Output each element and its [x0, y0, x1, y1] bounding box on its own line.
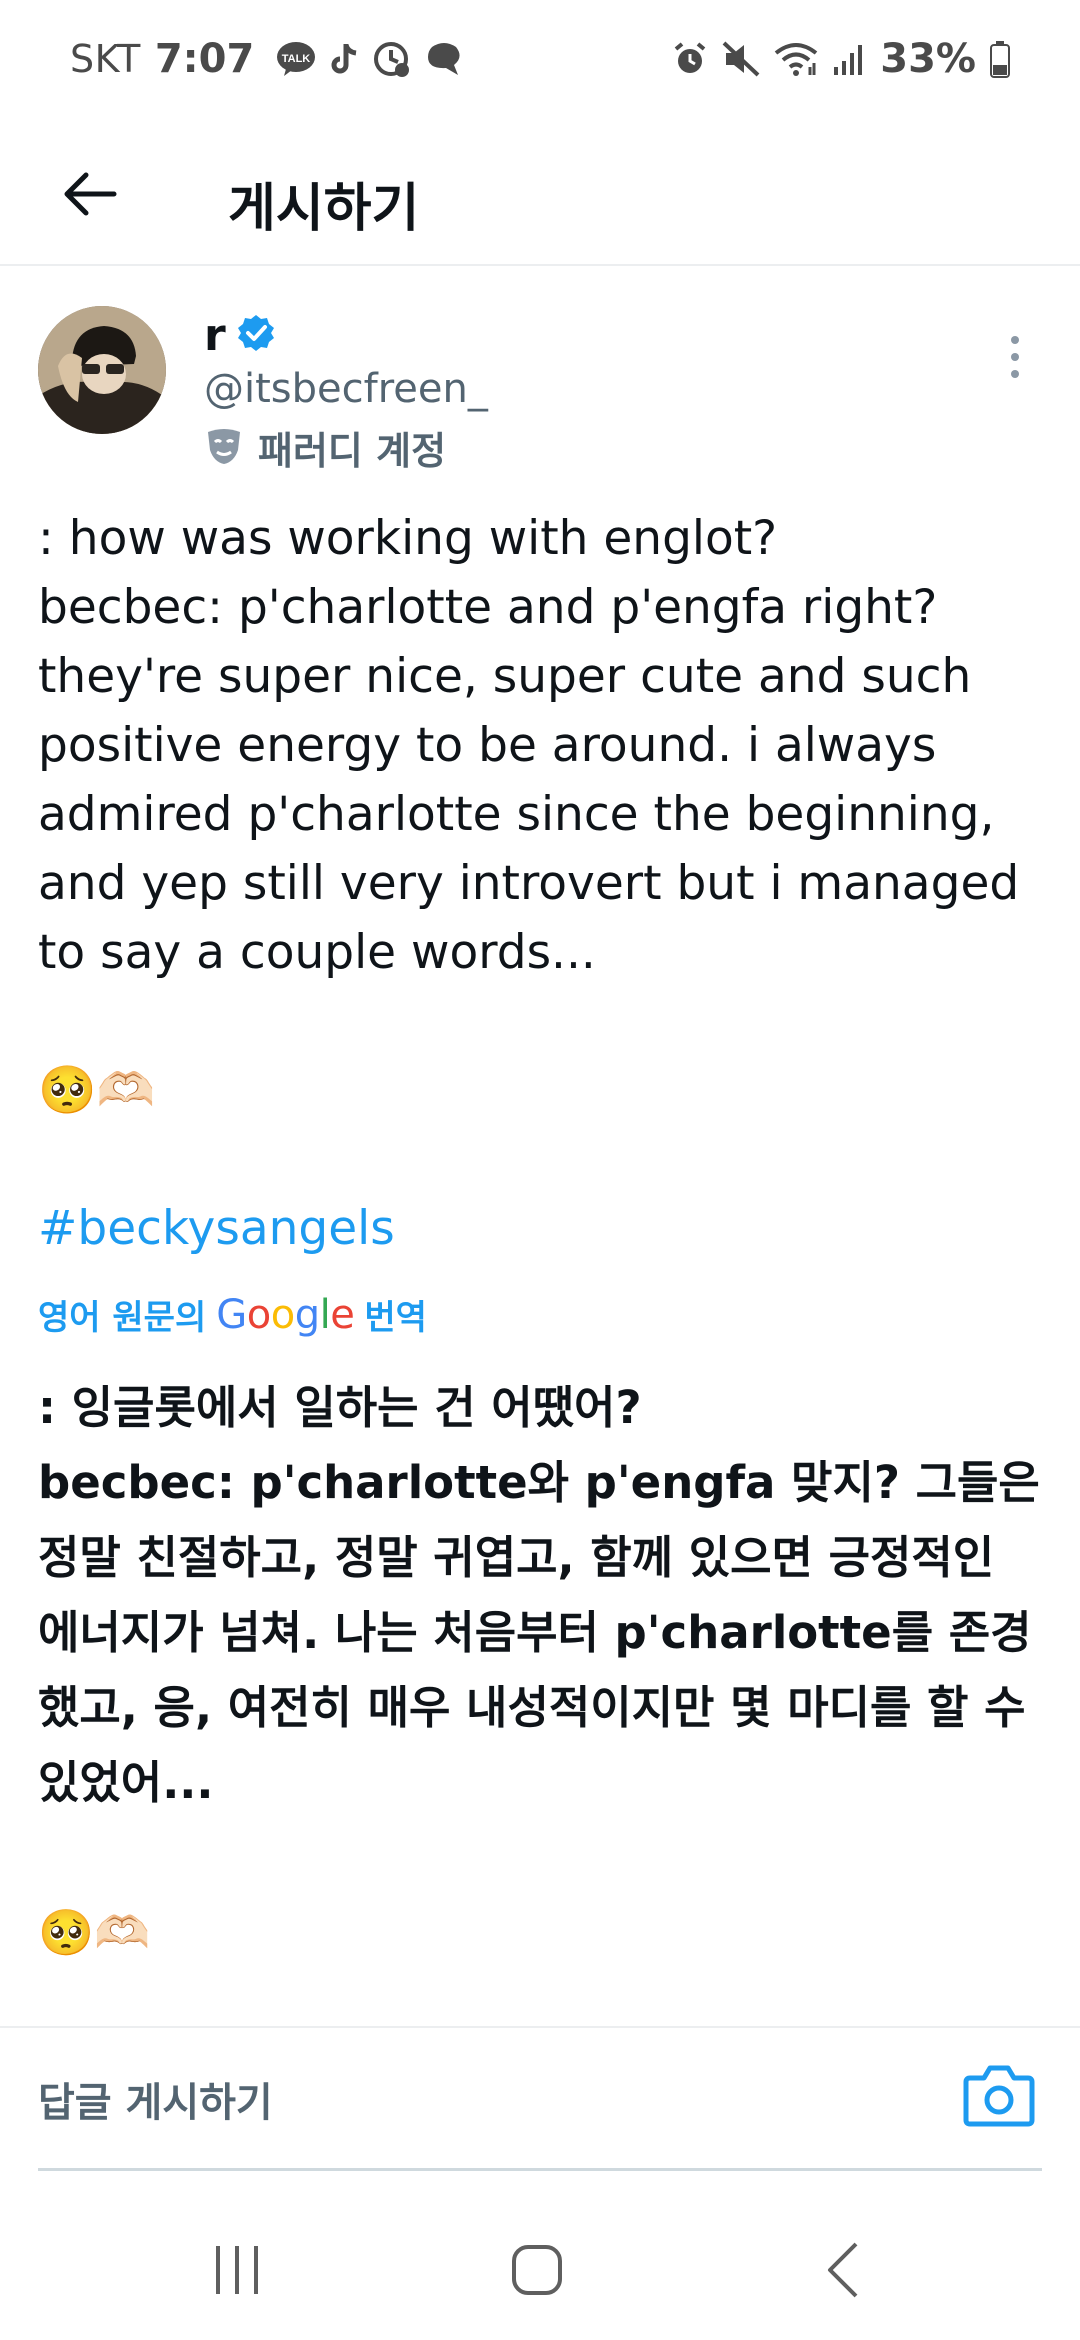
home-icon — [511, 2244, 563, 2300]
page-title: 게시하기 — [228, 179, 420, 239]
battery-percentage: 33% — [880, 36, 976, 82]
camera-button[interactable] — [962, 2058, 1036, 2132]
clock-sync-icon — [372, 40, 410, 78]
battery-icon — [990, 40, 1010, 78]
author-name-row: r — [204, 306, 488, 364]
more-dot — [1011, 370, 1019, 378]
translate-prefix: 영어 원문의 — [38, 1298, 207, 1338]
more-dot — [1011, 353, 1019, 361]
kakaotalk-icon: TALK — [276, 41, 316, 77]
status-bar: SKT 7:07 TALK 33% — [0, 0, 1080, 118]
back-button[interactable] — [50, 156, 130, 236]
author-name[interactable]: r — [204, 310, 226, 361]
reply-underline — [38, 2168, 1042, 2171]
tweet-text: : how was working with englot? becbec: p… — [38, 511, 1020, 980]
author-block: r @itsbecfreen_ 패러디 계정 — [204, 306, 488, 475]
avatar[interactable] — [38, 306, 166, 434]
more-options-button[interactable] — [990, 322, 1040, 392]
tweet-text-block: : how was working with englot? becbec: p… — [38, 504, 1048, 1263]
translated-text: : 잉글롯에서 일하는 건 어땠어? becbec: p'charlotte와 … — [38, 1381, 1040, 1809]
signal-icon — [832, 41, 866, 77]
author-handle[interactable]: @itsbecfreen_ — [204, 366, 488, 412]
reply-bar: 답글 게시하기 — [0, 2026, 1080, 2171]
carrier-label: SKT — [70, 37, 141, 81]
translate-suffix: 번역 — [364, 1298, 427, 1338]
recents-icon — [212, 2244, 262, 2300]
tiktok-icon — [330, 42, 358, 76]
mute-icon — [722, 41, 760, 77]
svg-text:TALK: TALK — [282, 53, 311, 65]
screen: SKT 7:07 TALK 33% 게시하기 r @itsbecfreen_ 패… — [0, 0, 1080, 2340]
recents-button[interactable] — [192, 2232, 282, 2312]
reply-input[interactable]: 답글 게시하기 — [38, 2070, 273, 2128]
parody-mask-icon — [204, 426, 244, 470]
parody-label-row: 패러디 계정 — [204, 420, 488, 475]
system-back-button[interactable] — [798, 2232, 888, 2312]
app-bar: 게시하기 — [0, 118, 1080, 266]
clock: 7:07 — [154, 36, 255, 82]
camera-icon — [962, 2065, 1036, 2136]
wifi-icon — [774, 41, 818, 77]
translate-attribution[interactable]: 영어 원문의 Google 번역 — [38, 1290, 427, 1339]
home-button[interactable] — [492, 2232, 582, 2312]
more-dot — [1011, 336, 1019, 344]
chat-bubble-icon — [424, 41, 464, 77]
google-logo: Google — [216, 1291, 355, 1338]
system-navigation-bar — [0, 2190, 1080, 2340]
verified-badge-icon — [236, 313, 276, 357]
parody-account-label: 패러디 계정 — [258, 429, 447, 473]
alarm-icon — [672, 41, 708, 77]
hashtag-link[interactable]: #beckysangels — [38, 1194, 395, 1263]
status-left: SKT 7:07 TALK — [70, 36, 464, 82]
tweet-emoji: 🥺🫶🏻 — [38, 1063, 156, 1118]
chevron-left-icon — [826, 2242, 860, 2302]
translated-emoji: 🥺🫶🏻 — [38, 1906, 151, 1959]
arrow-left-icon — [62, 170, 118, 222]
status-right: 33% — [672, 36, 1010, 82]
translated-text-block: : 잉글롯에서 일하는 건 어땠어? becbec: p'charlotte와 … — [38, 1370, 1048, 1970]
